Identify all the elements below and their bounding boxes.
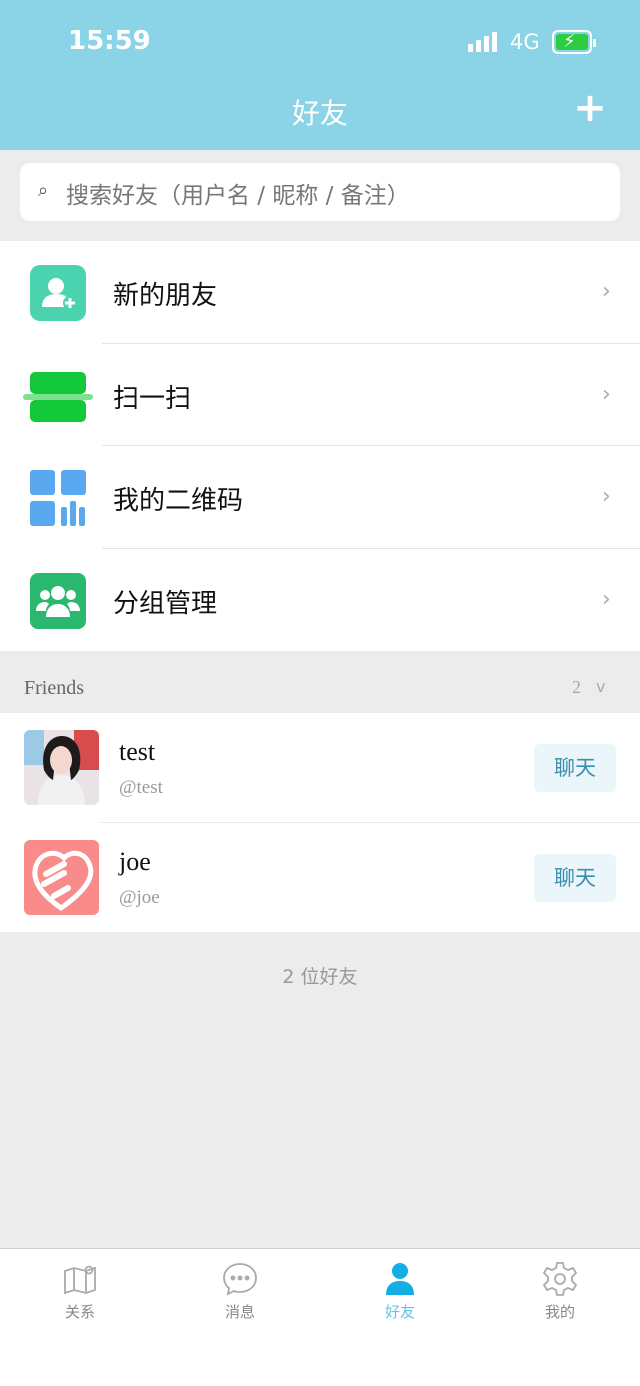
menu-item-label: 分组管理 [113, 588, 218, 619]
group-count: 2 [572, 677, 581, 697]
friends-count: 2 位好友 [282, 966, 358, 988]
tab-label: 关系 [64, 1303, 95, 1321]
qr-code-icon [30, 470, 86, 526]
search-placeholder: 搜索好友（用户名 / 昵称 / 备注） [66, 183, 410, 209]
group-name: Friends [24, 677, 84, 699]
group-icon [30, 572, 86, 629]
person-icon [382, 1261, 418, 1297]
status-time: 15:59 [68, 26, 151, 56]
list-item[interactable]: joe @joe 聊天 [0, 823, 640, 933]
friend-name: joe [119, 846, 151, 876]
scan-icon [23, 368, 93, 424]
search-icon: ⌕ [38, 180, 49, 201]
tab-label: 好友 [384, 1303, 415, 1321]
friend-name: test [119, 737, 156, 766]
page-title: 好友 [291, 97, 348, 130]
menu-item-label: 扫一扫 [113, 383, 192, 414]
chevron-right-icon: › [602, 484, 611, 509]
add-friend-icon [30, 265, 86, 321]
tab-bar: 关系 消息 好友 我的 [0, 1248, 640, 1386]
avatar [24, 730, 99, 805]
menu-item-group-management[interactable]: 分组管理 › [0, 549, 640, 652]
plus-icon[interactable]: + [570, 88, 610, 128]
group-header-friends[interactable]: Friends 2 v [0, 651, 640, 713]
tab-label: 消息 [224, 1303, 255, 1321]
chevron-right-icon: › [602, 586, 611, 612]
chat-button[interactable]: 聊天 [534, 853, 616, 902]
chat-bubble-icon [222, 1261, 258, 1297]
list-item[interactable]: test @test 聊天 [0, 713, 640, 823]
chevron-right-icon: › [602, 381, 611, 407]
network-type: 4G [510, 30, 540, 54]
map-icon [62, 1261, 98, 1297]
avatar [24, 839, 99, 915]
header-bar: 15:59 4G ⚡ 好友 + [0, 0, 640, 150]
chevron-right-icon: › [602, 279, 611, 304]
chat-button[interactable]: 聊天 [534, 744, 616, 792]
friends-list: test @test 聊天 joe @joe 聊天 [0, 713, 640, 932]
tab-messages[interactable]: 消息 [160, 1249, 320, 1339]
tab-relations[interactable]: 关系 [0, 1249, 160, 1339]
friend-username: @joe [119, 886, 160, 908]
menu-list: 新的朋友 › 扫一扫 › 我的二维码 › 分组管理 › [0, 241, 640, 651]
tab-label: 我的 [544, 1303, 575, 1321]
tab-me[interactable]: 我的 [480, 1249, 640, 1339]
tab-friends[interactable]: 好友 [320, 1249, 480, 1339]
battery-icon: ⚡ [552, 30, 596, 54]
gear-icon [542, 1261, 578, 1297]
friend-username: @test [119, 777, 163, 798]
menu-item-label: 新的朋友 [113, 281, 218, 311]
menu-item-scan[interactable]: 扫一扫 › [0, 344, 640, 446]
menu-item-label: 我的二维码 [113, 486, 244, 516]
chevron-down-icon: v [596, 677, 606, 696]
search-input[interactable]: ⌕ 搜索好友（用户名 / 昵称 / 备注） [20, 163, 620, 221]
signal-icon [468, 32, 500, 52]
menu-item-new-friends[interactable]: 新的朋友 › [0, 241, 640, 344]
menu-item-my-qr[interactable]: 我的二维码 › [0, 446, 640, 549]
